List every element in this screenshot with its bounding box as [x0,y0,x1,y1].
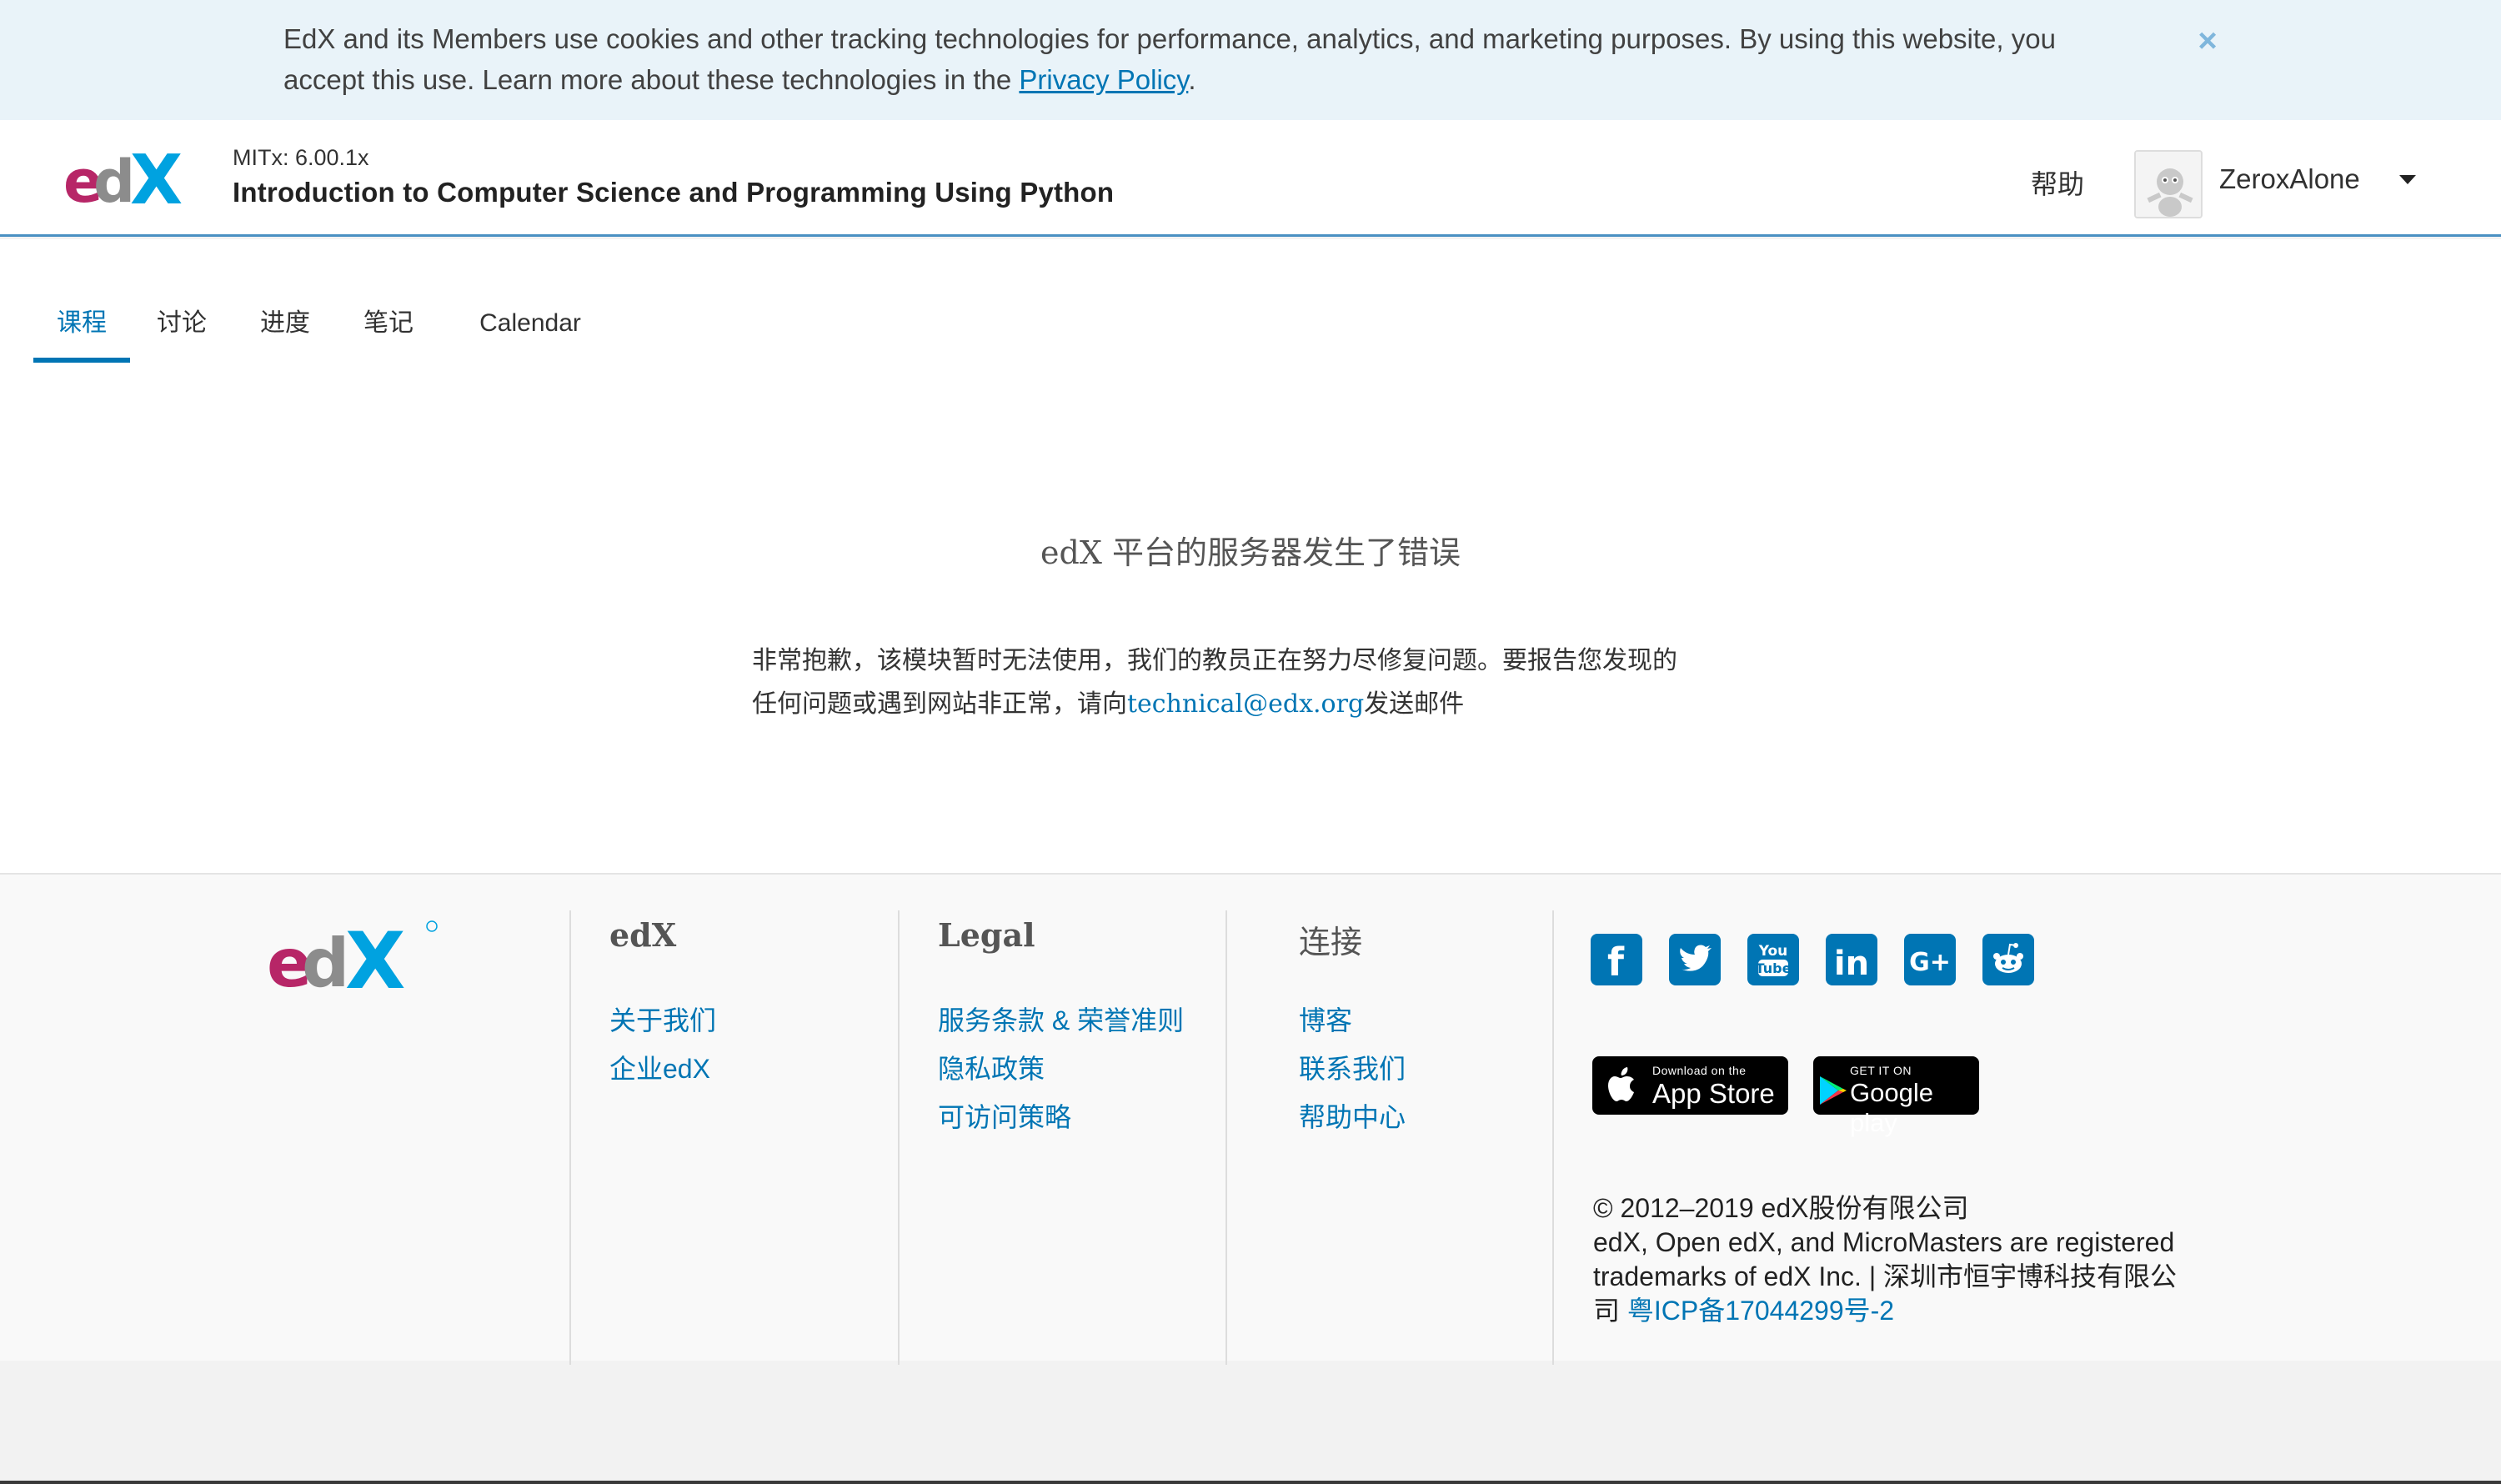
footer-heading-edx: edX [609,916,677,954]
google-plus-icon[interactable]: G+ [1904,934,1956,985]
footer-divider [1225,910,1227,1365]
facebook-icon[interactable]: f [1591,934,1642,985]
error-line-2-prefix: 任何问题或遇到网站非正常，请向 [752,689,1127,719]
footer-edx-logo[interactable]: e d X [267,916,442,1007]
avatar[interactable] [2134,150,2203,218]
svg-text:f: f [1607,940,1625,985]
error-title: edX 平台的服务器发生了错误 [1040,534,1461,571]
icp-link[interactable]: 粤ICP备17044299号-2 [1627,1296,1894,1326]
cookie-notice-text: EdX and its Members use cookies and othe… [283,18,2118,100]
svg-text:You: You [1758,943,1788,960]
username[interactable]: ZeroxAlone [2219,163,2360,195]
privacy-policy-link[interactable]: Privacy Policy [1019,64,1188,95]
footer-link-terms[interactable]: 服务条款 & 荣誉准则 [938,1000,1184,1038]
footer-link-accessibility[interactable]: 可访问策略 [938,1096,1071,1135]
error-message: 非常抱歉，该模块暂时无法使用，我们的教员正在努力尽修复问题。要报告您发现的 任何… [752,639,1752,726]
tab-progress[interactable]: 进度 [258,309,312,363]
twitter-icon[interactable] [1669,934,1721,985]
svg-text:in: in [1834,945,1869,983]
support-email-link[interactable]: technical@edx.org [1127,689,1364,719]
footer-link-contact[interactable]: 联系我们 [1299,1048,1406,1086]
chevron-down-icon[interactable] [2399,175,2416,184]
error-line-2: 任何问题或遇到网站非正常，请向technical@edx.org发送邮件 [752,683,1752,726]
footer-heading-connect: 连接 [1299,925,1363,960]
svg-text:d: d [93,148,131,213]
app-store-badge[interactable]: Download on the App Store [1592,1056,1788,1115]
footer-divider [1552,910,1554,1365]
trademark-text: edX, Open edX, and MicroMasters are regi… [1593,1226,2193,1328]
bottom-border [0,1481,2501,1484]
svg-text:G+: G+ [1909,948,1951,977]
course-title[interactable]: Introduction to Computer Science and Pro… [233,177,1114,208]
footer-heading-legal: Legal [938,916,1035,954]
footer-link-about[interactable]: 关于我们 [609,1000,716,1038]
footer-divider [569,910,571,1365]
footer-link-blog[interactable]: 博客 [1299,1000,1352,1038]
youtube-icon[interactable]: You Tube [1747,934,1799,985]
tab-notes[interactable]: 笔记 [362,309,415,363]
google-play-small-text: GET IT ON [1850,1064,1912,1077]
footer-link-business[interactable]: 企业edX [609,1048,710,1086]
close-icon[interactable]: × [2193,20,2223,62]
help-link[interactable]: 帮助 [2031,163,2084,202]
tab-course[interactable]: 课程 [33,309,130,363]
edx-logo[interactable]: e d X [63,141,202,220]
footer-divider [898,910,900,1365]
footer-link-privacy[interactable]: 隐私政策 [938,1048,1045,1086]
svg-text:X: X [345,918,405,995]
linkedin-icon[interactable]: in [1826,934,1877,985]
cookie-banner: EdX and its Members use cookies and othe… [0,0,2501,120]
copyright-line: © 2012–2019 edX股份有限公司 [1593,1193,1969,1223]
main-content: 课程 讨论 进度 笔记 Calendar edX 平台的服务器发生了错误 非常抱… [0,239,2501,873]
error-line-1: 非常抱歉，该模块暂时无法使用，我们的教员正在努力尽修复问题。要报告您发现的 [752,646,1677,675]
svg-text:X: X [130,143,183,213]
site-header: e d X MITx: 6.00.1x Introduction to Comp… [0,120,2501,237]
cookie-period: . [1188,64,1196,95]
google-play-big-text: Google play [1850,1078,1933,1137]
svg-text:d: d [302,925,344,995]
reddit-icon[interactable] [1982,934,2034,985]
google-play-badge[interactable]: GET IT ON Google play [1813,1056,1979,1137]
course-org: MITx: 6.00.1x [233,145,369,170]
site-footer: e d X edX 关于我们 企业edX Legal 服务条款 & 荣誉准则 隐… [0,873,2501,1365]
footer-link-help-center[interactable]: 帮助中心 [1299,1096,1406,1135]
app-store-big-text: App Store [1652,1078,1775,1109]
copyright-block: © 2012–2019 edX股份有限公司 edX, Open edX, and… [1593,1191,2193,1328]
error-line-2-suffix: 发送邮件 [1364,689,1465,719]
app-store-small-text: Download on the [1652,1064,1747,1077]
tab-calendar[interactable]: Calendar [472,309,589,363]
tab-discussion[interactable]: 讨论 [155,309,208,363]
svg-text:Tube: Tube [1756,960,1792,976]
